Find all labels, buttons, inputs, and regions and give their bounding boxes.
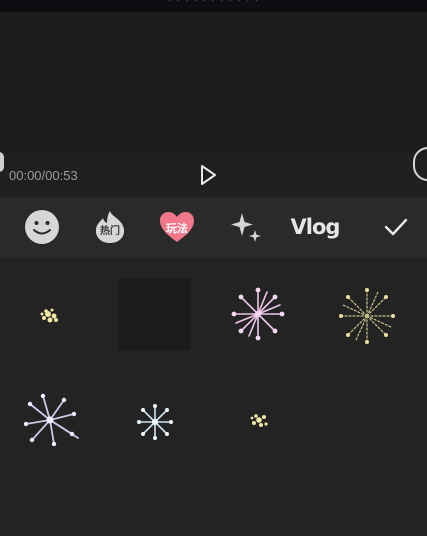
- sticker-category-bar: 热门 玩法 Vlog: [0, 197, 427, 258]
- heart-icon: 玩法: [158, 210, 196, 244]
- play-icon: [201, 165, 216, 185]
- status-bar-title: · · · · · · · · · · ·: [167, 0, 260, 6]
- firework-icon: [250, 414, 268, 427]
- playback-bar: 00:00/00:53: [0, 147, 427, 197]
- firework-icon: [231, 287, 285, 341]
- sticker-firework-purple-white[interactable]: [10, 380, 90, 460]
- tab-vlog-label: Vlog: [290, 215, 341, 239]
- sparkle-icon: [231, 213, 261, 242]
- smiley-icon: [25, 210, 59, 244]
- status-bar: · · · · · · · · · · ·: [0, 0, 427, 12]
- video-preview: [0, 12, 427, 152]
- firework-icon: [137, 404, 173, 440]
- tab-sparkle[interactable]: [226, 207, 266, 247]
- sticker-blank-selected[interactable]: [109, 269, 190, 350]
- confirm-button[interactable]: [380, 207, 412, 247]
- sticker-firework-tiny-yellow[interactable]: [219, 380, 299, 460]
- tab-hot-label: 热门: [100, 226, 120, 237]
- flame-icon: 热门: [92, 209, 128, 245]
- sticker-firework-small-yellow[interactable]: [10, 276, 90, 356]
- tab-emoji[interactable]: [22, 207, 62, 247]
- sticker-firework-pink[interactable]: [218, 274, 298, 354]
- firework-icon: [40, 308, 58, 323]
- tab-hot[interactable]: 热门: [90, 207, 130, 247]
- firework-icon: [339, 288, 395, 344]
- firework-icon: [23, 393, 79, 447]
- timecode: 00:00/00:53: [9, 168, 78, 183]
- play-button[interactable]: [196, 163, 220, 187]
- tab-play[interactable]: 玩法: [157, 207, 197, 247]
- tab-play-label: 玩法: [166, 223, 188, 235]
- check-icon: [384, 218, 408, 236]
- tab-vlog[interactable]: Vlog: [290, 207, 341, 247]
- sticker-firework-blue-white[interactable]: [115, 382, 195, 462]
- side-handle-button[interactable]: [413, 147, 427, 181]
- selected-sticker-placeholder: [118, 278, 190, 350]
- left-edge-handle[interactable]: [0, 152, 4, 172]
- sticker-grid: [0, 258, 427, 536]
- sticker-firework-gold[interactable]: [327, 276, 407, 356]
